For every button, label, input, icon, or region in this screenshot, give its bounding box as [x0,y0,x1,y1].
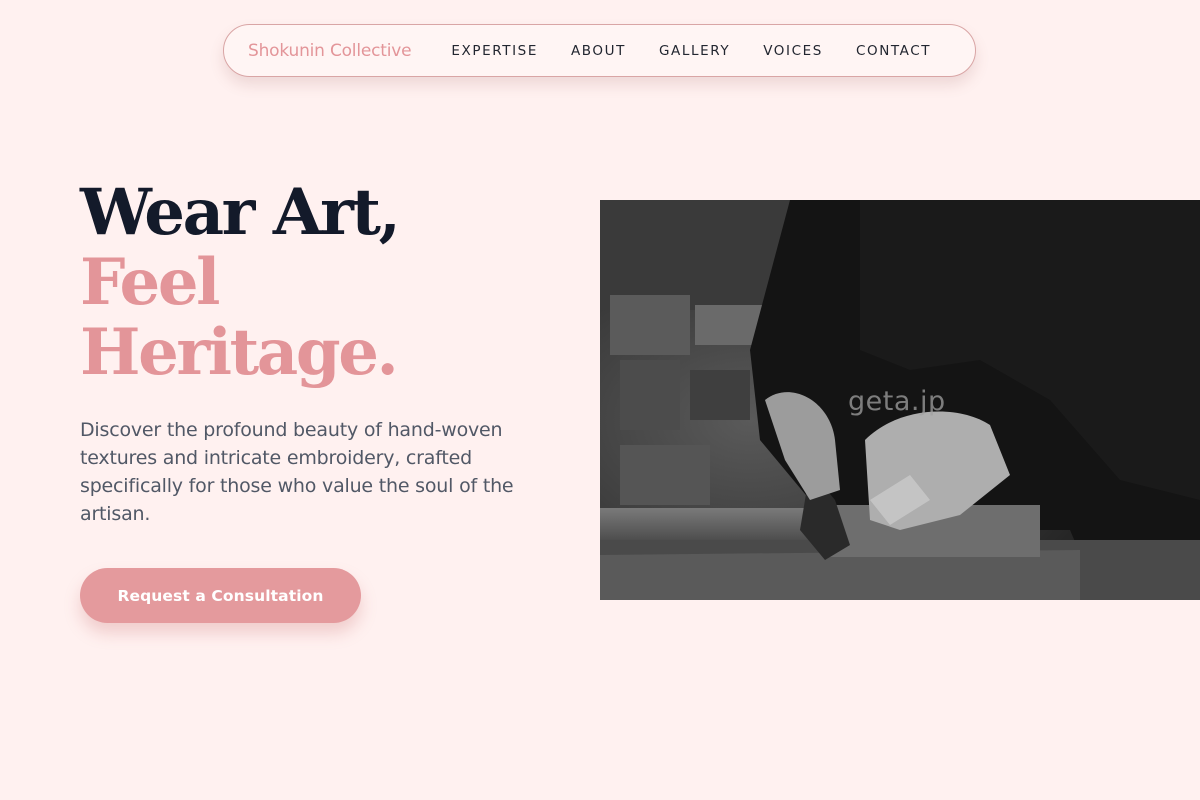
headline-line-2: Feel [80,245,220,320]
brand-logo[interactable]: Shokunin Collective [248,41,412,61]
hero-artisan-photo: geta.jp [600,200,1200,600]
hero-headline: Wear Art, Feel Heritage. [80,175,401,390]
hero-description: Discover the profound beauty of hand-wov… [80,419,514,525]
nav-link-voices[interactable]: VOICES [763,43,823,59]
request-consultation-button[interactable]: Request a Consultation [80,568,361,623]
photo-watermark: geta.jp [848,386,946,417]
nav-link-contact[interactable]: CONTACT [856,43,931,59]
nav-link-gallery[interactable]: GALLERY [659,43,730,59]
nav-link-about[interactable]: ABOUT [571,43,626,59]
top-navigation-bar: Shokunin Collective EXPERTISE ABOUT GALL… [223,24,976,77]
nav-link-expertise[interactable]: EXPERTISE [451,43,538,59]
nav-links: EXPERTISE ABOUT GALLERY VOICES CONTACT [451,43,931,59]
headline-line-1: Wear Art, [80,175,401,250]
headline-line-3: Heritage. [80,315,399,390]
